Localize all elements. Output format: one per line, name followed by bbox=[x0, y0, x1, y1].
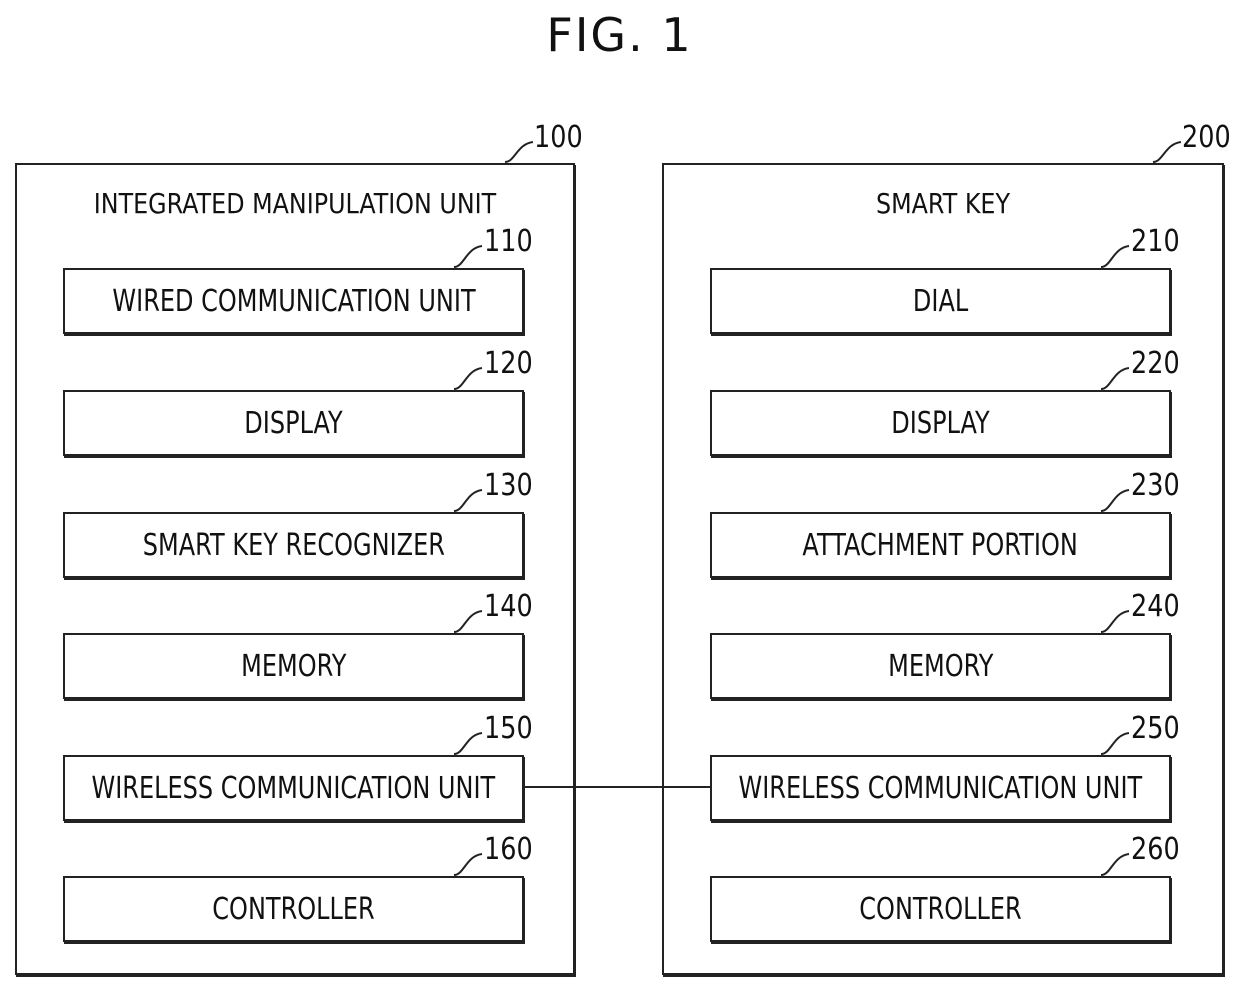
reference-numeral: 200 bbox=[1182, 120, 1231, 155]
block-260: CONTROLLER bbox=[710, 876, 1171, 942]
block-label: SMART KEY RECOGNIZER bbox=[142, 527, 445, 563]
leader-line-220 bbox=[1100, 367, 1130, 390]
block-110: WIRED COMMUNICATION UNIT bbox=[63, 268, 524, 334]
leader-line-130 bbox=[453, 489, 483, 512]
reference-numeral: 230 bbox=[1131, 468, 1180, 503]
leader-line-250 bbox=[1100, 732, 1130, 755]
block-label: WIRED COMMUNICATION UNIT bbox=[111, 283, 476, 319]
figure-title: FIG. 1 bbox=[546, 8, 693, 62]
block-130: SMART KEY RECOGNIZER bbox=[63, 512, 524, 578]
reference-numeral: 110 bbox=[484, 224, 533, 259]
leader-line-260 bbox=[1100, 853, 1130, 876]
reference-numeral: 160 bbox=[484, 832, 533, 867]
block-label: CONTROLLER bbox=[212, 891, 375, 927]
block-160: CONTROLLER bbox=[63, 876, 524, 942]
leader-line-160 bbox=[453, 853, 483, 876]
block-label: MEMORY bbox=[887, 648, 994, 684]
reference-numeral: 130 bbox=[484, 468, 533, 503]
block-label: DISPLAY bbox=[244, 405, 343, 441]
reference-numeral: 220 bbox=[1131, 346, 1180, 381]
block-150: WIRELESS COMMUNICATION UNIT bbox=[63, 755, 524, 821]
block-label: CONTROLLER bbox=[859, 891, 1022, 927]
block-120: DISPLAY bbox=[63, 390, 524, 456]
unit-title: INTEGRATED MANIPULATION UNIT bbox=[93, 187, 497, 220]
reference-numeral: 100 bbox=[534, 120, 583, 155]
reference-numeral: 250 bbox=[1131, 711, 1180, 746]
block-230: ATTACHMENT PORTION bbox=[710, 512, 1171, 578]
block-240: MEMORY bbox=[710, 633, 1171, 699]
block-210: DIAL bbox=[710, 268, 1171, 334]
leader-line-110 bbox=[453, 245, 483, 268]
block-140: MEMORY bbox=[63, 633, 524, 699]
leader-line-150 bbox=[453, 732, 483, 755]
reference-numeral: 210 bbox=[1131, 224, 1180, 259]
block-label: DISPLAY bbox=[891, 405, 990, 441]
block-label: ATTACHMENT PORTION bbox=[802, 527, 1079, 563]
block-label: DIAL bbox=[912, 283, 969, 319]
leader-line-120 bbox=[453, 367, 483, 390]
leader-line-100 bbox=[504, 141, 534, 163]
reference-numeral: 150 bbox=[484, 711, 533, 746]
leader-line-140 bbox=[453, 610, 483, 633]
unit-title: SMART KEY bbox=[875, 187, 1011, 220]
reference-numeral: 120 bbox=[484, 346, 533, 381]
reference-numeral: 140 bbox=[484, 589, 533, 624]
reference-numeral: 240 bbox=[1131, 589, 1180, 624]
leader-line-230 bbox=[1100, 489, 1130, 512]
block-label: MEMORY bbox=[240, 648, 347, 684]
block-250: WIRELESS COMMUNICATION UNIT bbox=[710, 755, 1171, 821]
leader-line-240 bbox=[1100, 610, 1130, 633]
reference-numeral: 260 bbox=[1131, 832, 1180, 867]
wireless-connection-line bbox=[524, 786, 712, 788]
block-220: DISPLAY bbox=[710, 390, 1171, 456]
leader-line-210 bbox=[1100, 245, 1130, 268]
leader-line-200 bbox=[1152, 141, 1182, 163]
block-label: WIRELESS COMMUNICATION UNIT bbox=[738, 770, 1143, 806]
block-label: WIRELESS COMMUNICATION UNIT bbox=[91, 770, 496, 806]
